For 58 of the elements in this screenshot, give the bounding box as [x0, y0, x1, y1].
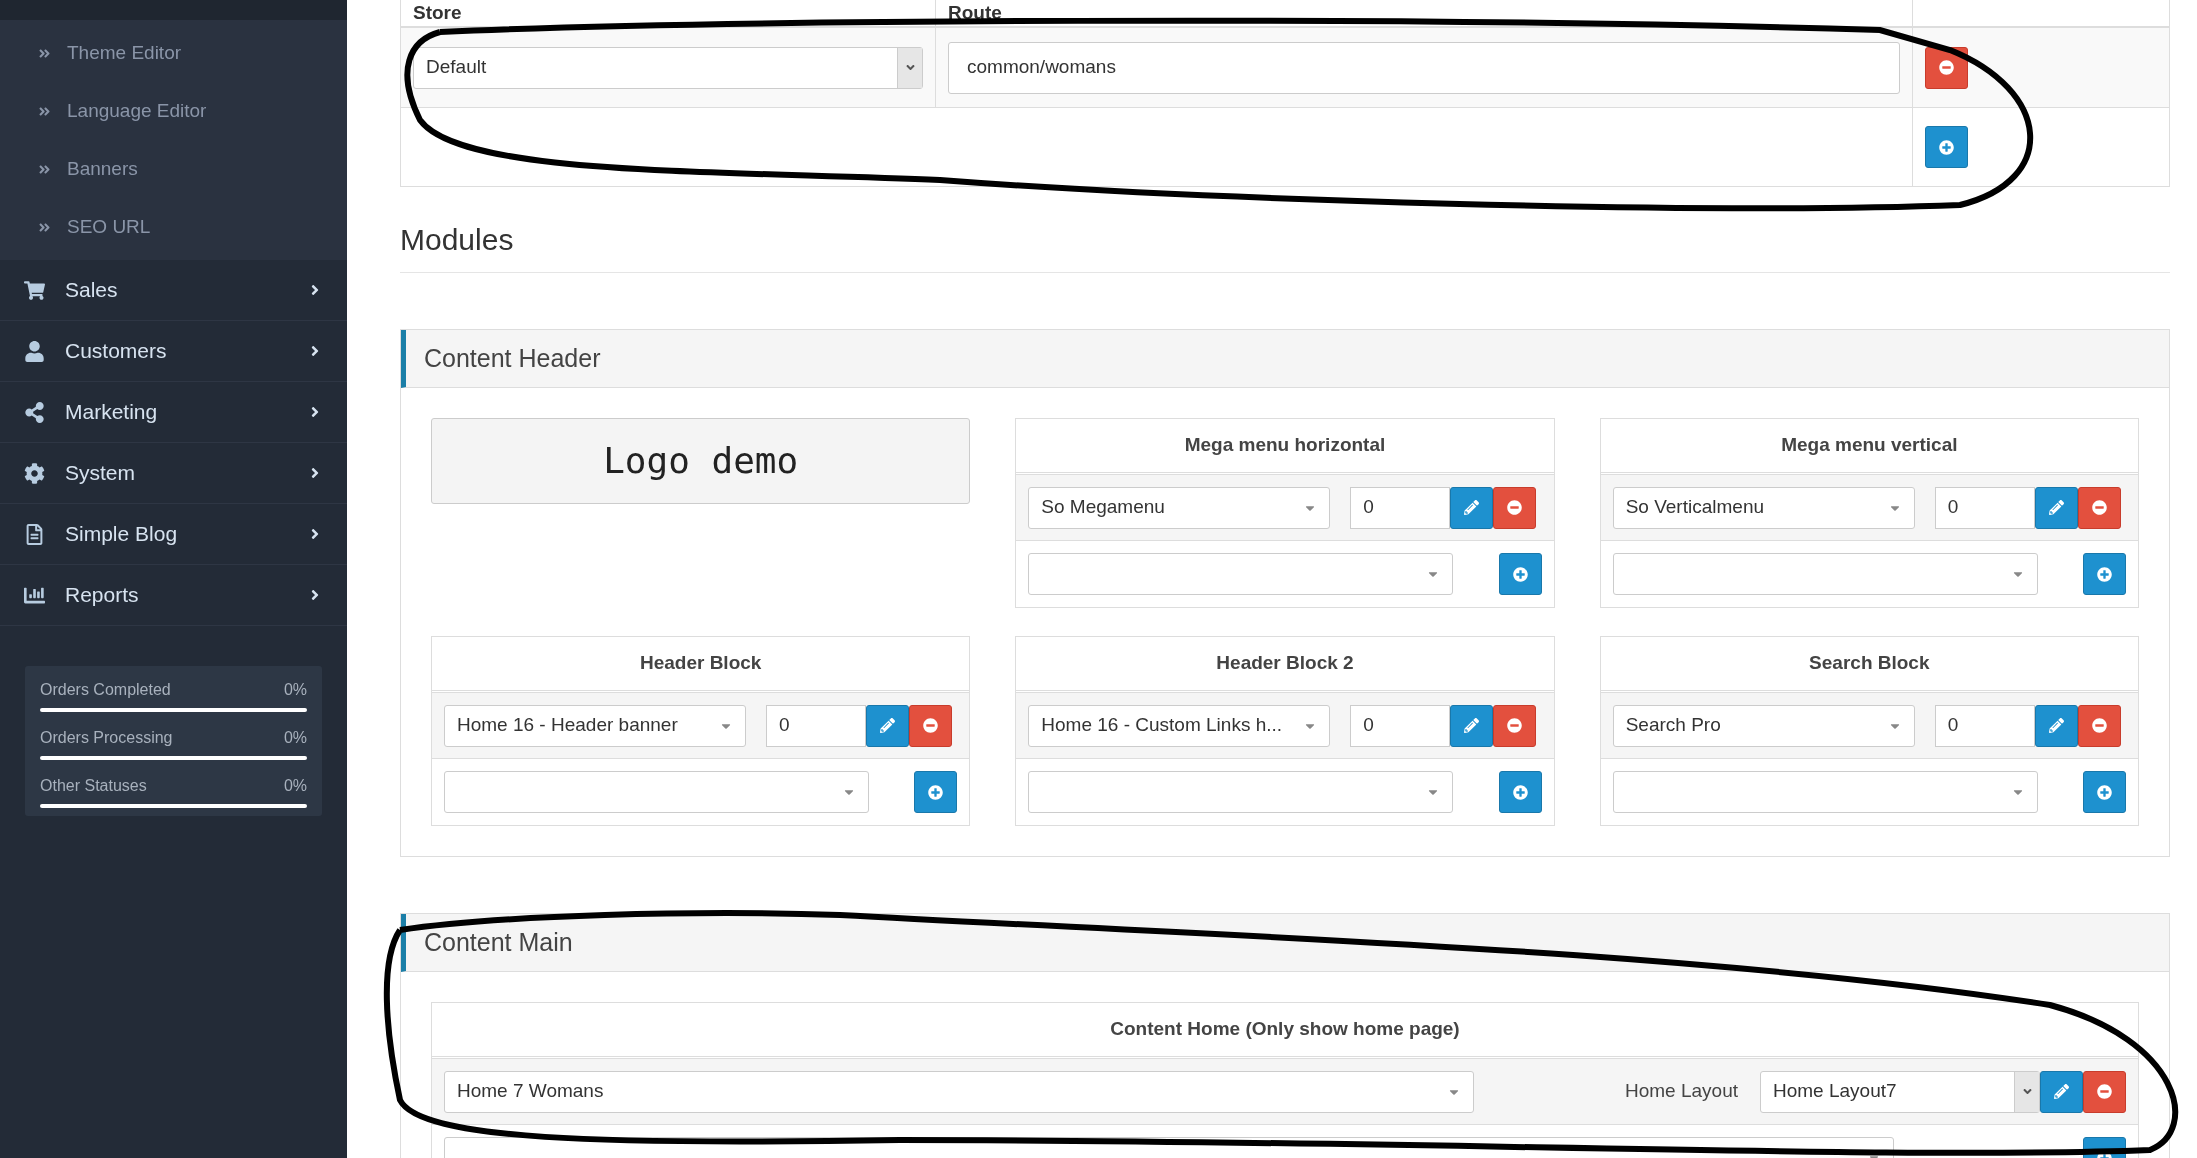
edit-button[interactable] — [1450, 704, 1494, 747]
dropdown[interactable]: Home 16 - Custom Links h... — [1028, 704, 1331, 747]
double-chevron-icon — [38, 162, 51, 176]
user-icon — [24, 340, 45, 362]
pencil-icon — [880, 718, 895, 733]
dropdown[interactable]: Home Layout7 — [1760, 1070, 2040, 1113]
logo-text-field[interactable]: Logo demo — [431, 418, 971, 504]
dropdown[interactable]: Search Pro — [1612, 704, 1915, 747]
edit-button[interactable] — [2040, 1070, 2083, 1113]
edit-button[interactable] — [1450, 486, 1494, 529]
sidebar-item[interactable]: Sales — [0, 260, 347, 321]
stat-value: 0% — [283, 776, 307, 796]
sidebar-subitem[interactable]: Language Editor — [0, 82, 347, 140]
dropdown[interactable]: Home 16 - Header banner — [444, 704, 746, 747]
pencil-icon — [1464, 500, 1480, 515]
section-heading: Modules — [400, 217, 2170, 273]
panel-header: Content Main — [401, 914, 2169, 972]
sidebar-subitem[interactable]: SEO URL — [0, 198, 347, 256]
column-header: Store — [401, 0, 936, 26]
edit-button[interactable] — [866, 704, 909, 747]
edit-button[interactable] — [2034, 486, 2078, 529]
share-icon — [24, 401, 45, 423]
position-input[interactable]: 0 — [1934, 704, 2035, 747]
double-chevron-icon — [38, 104, 51, 118]
cart-icon — [24, 279, 45, 301]
panel-header: Content Header — [401, 330, 2169, 388]
position-input[interactable]: 0 — [766, 704, 866, 747]
position-input[interactable]: 0 — [1934, 486, 2035, 529]
stat-label: Orders Completed — [40, 680, 171, 700]
double-chevron-icon — [38, 46, 51, 60]
field-label: Home Layout — [1625, 1079, 1738, 1104]
pencil-icon — [2048, 500, 2064, 515]
stat-value: 0% — [283, 680, 307, 700]
pencil-icon — [2054, 1084, 2069, 1099]
column-header: Route — [936, 0, 1913, 26]
dropdown[interactable]: Home 7 Womans — [444, 1070, 1474, 1113]
sidebar-subitem[interactable]: Banners — [0, 140, 347, 198]
edit-button[interactable] — [2034, 704, 2078, 747]
dropdown[interactable]: Default — [413, 46, 923, 89]
position-input[interactable]: 0 — [1350, 486, 1451, 529]
position-input[interactable]: 0 — [1350, 704, 1451, 747]
double-chevron-icon — [38, 220, 51, 234]
route-input[interactable]: common/womans — [948, 41, 1900, 94]
dropdown[interactable]: So Megamenu — [1028, 486, 1331, 529]
sidebar-item[interactable]: System — [0, 443, 347, 504]
stat-label: Other Statuses — [40, 776, 147, 796]
settings-icon — [24, 462, 45, 484]
sidebar-item[interactable]: Customers — [0, 321, 347, 382]
sidebar-subitem[interactable]: Theme Editor — [0, 24, 347, 82]
sidebar-item[interactable]: Marketing — [0, 382, 347, 443]
stat-value: 0% — [283, 728, 307, 748]
dropdown[interactable]: So Verticalmenu — [1612, 486, 1915, 529]
stat-label: Orders Processing — [40, 728, 173, 748]
pencil-icon — [1464, 718, 1480, 733]
document-icon — [24, 523, 45, 545]
sidebar-item[interactable]: Simple Blog — [0, 504, 347, 565]
sidebar-item[interactable]: Reports — [0, 565, 347, 626]
pencil-icon — [2048, 718, 2064, 733]
